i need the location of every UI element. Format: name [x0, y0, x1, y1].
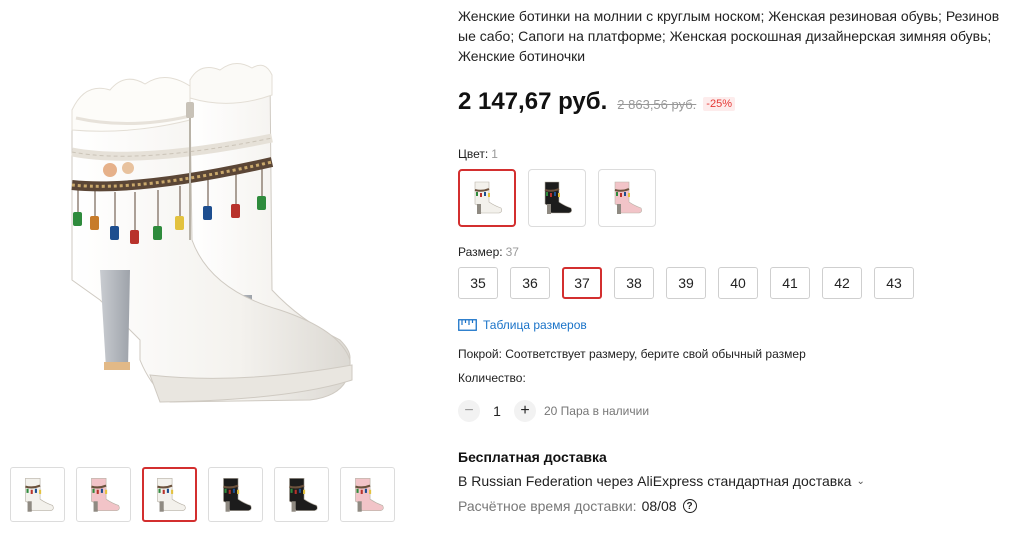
size-option[interactable]: 41 — [770, 267, 810, 299]
gallery-thumbnail[interactable] — [340, 467, 395, 522]
gallery-thumbnail[interactable] — [142, 467, 197, 522]
chevron-down-icon: ⌄ — [856, 475, 865, 487]
size-chart-link[interactable]: Таблица размеров — [458, 318, 587, 332]
size-label: Размер: 37 — [458, 245, 519, 259]
black-white-pink-boots-thumbnail — [288, 477, 318, 512]
size-option[interactable]: 35 — [458, 267, 498, 299]
quantity-increase-button[interactable]: + — [514, 400, 536, 422]
black-boot-thumbnail — [222, 477, 252, 512]
black-boot-image — [544, 181, 572, 214]
gallery-thumbnail[interactable] — [76, 467, 131, 522]
color-option[interactable] — [528, 169, 586, 227]
white-boot-thumbnail — [156, 477, 186, 512]
gallery-thumbnail[interactable] — [274, 467, 329, 522]
pink-boot-thumbnail — [90, 477, 120, 512]
product-title: Женские ботинки на молнии с круглым носк… — [458, 8, 1000, 64]
pink-boot-image — [614, 181, 642, 214]
gallery-thumbnails — [10, 467, 395, 522]
color-option[interactable] — [598, 169, 656, 227]
delivery-date: 08/08 — [641, 498, 677, 514]
color-options — [458, 169, 656, 227]
stock-count: 20 Пара в наличии — [544, 404, 650, 418]
color-label: Цвет: 1 — [458, 147, 498, 161]
current-price: 2 147,67 руб. — [458, 88, 608, 115]
color-option[interactable] — [458, 169, 516, 227]
old-price: 2 863,56 руб. — [617, 97, 697, 112]
quantity-decrease-button[interactable]: − — [458, 400, 480, 422]
delivery-estimate: Расчётное время доставки: 08/08 ? — [458, 498, 697, 514]
delivery-estimate-label: Расчётное время доставки: — [458, 498, 637, 514]
size-options: 35 36 37 38 39 40 41 42 43 — [458, 267, 914, 299]
shipping-method-selector[interactable]: В Russian Federation через AliExpress ст… — [458, 473, 865, 489]
white-boot-image — [474, 181, 502, 214]
ruler-icon — [458, 319, 477, 331]
pink-boot-detail-thumbnail — [354, 477, 384, 512]
quantity-stepper: − 1 + 20 Пара в наличии — [458, 400, 649, 422]
fit-description: Покрой: Соответствует размеру, берите св… — [458, 347, 806, 361]
size-option[interactable]: 37 — [562, 267, 602, 299]
quantity-label: Количество: — [458, 371, 526, 385]
size-label-text: Размер: — [458, 245, 503, 259]
discount-badge: -25% — [703, 97, 735, 111]
size-chart-label: Таблица размеров — [483, 318, 587, 332]
size-option[interactable]: 38 — [614, 267, 654, 299]
shipping-route: В Russian Federation через AliExpress ст… — [458, 473, 852, 489]
gallery-thumbnail[interactable] — [10, 467, 65, 522]
main-product-image[interactable] — [40, 40, 390, 435]
size-option[interactable]: 36 — [510, 267, 550, 299]
size-selected-value: 37 — [505, 245, 519, 259]
size-option[interactable]: 43 — [874, 267, 914, 299]
quantity-value[interactable]: 1 — [480, 403, 514, 419]
size-option[interactable]: 40 — [718, 267, 758, 299]
white-boot-thumbnail — [24, 477, 54, 512]
size-option[interactable]: 39 — [666, 267, 706, 299]
size-option[interactable]: 42 — [822, 267, 862, 299]
gallery-thumbnail[interactable] — [208, 467, 263, 522]
shipping-title: Бесплатная доставка — [458, 449, 607, 465]
help-icon[interactable]: ? — [682, 499, 697, 513]
white-boots-photo — [71, 63, 353, 403]
price-row: 2 147,67 руб. 2 863,56 руб. -25% — [458, 88, 735, 116]
color-selected-value: 1 — [491, 147, 498, 161]
color-label-text: Цвет: — [458, 147, 489, 161]
